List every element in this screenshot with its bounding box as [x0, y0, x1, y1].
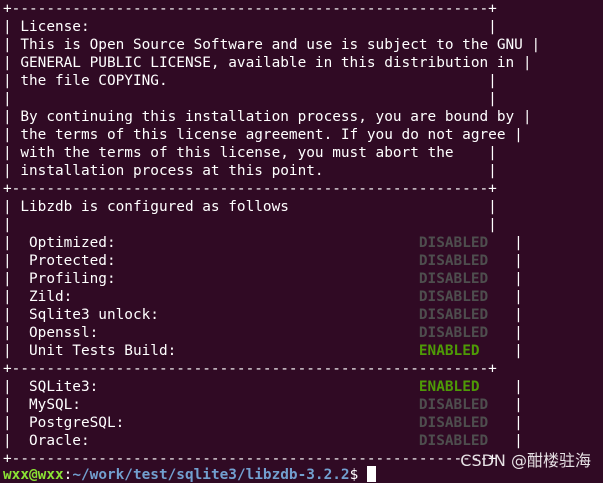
license-text-line: | the file COPYING. | [3, 73, 497, 89]
config-box-border: +---------------------------------------… [3, 181, 497, 197]
config-row-openssl: | Openssl: DISABLED | [3, 324, 523, 342]
config-label: | Openssl: [3, 325, 419, 341]
box-edge: | [479, 343, 523, 359]
config-blank-line: | | [3, 217, 497, 233]
box-edge: | [479, 379, 523, 395]
status-value: DISABLED [418, 307, 489, 323]
config-label: | Oracle: [3, 433, 419, 449]
status-value: DISABLED [418, 253, 489, 269]
license-text-line: | with the terms of this license, you mu… [3, 145, 497, 161]
config-label: | MySQL: [3, 397, 419, 413]
license-blank-line: | | [3, 91, 497, 107]
box-edge: | [488, 433, 523, 449]
license-text-line: | By continuing this installation proces… [3, 109, 532, 125]
config-row-postgresql: | PostgreSQL: DISABLED | [3, 414, 523, 432]
status-value: DISABLED [418, 325, 489, 341]
config-row-zild: | Zild: DISABLED | [3, 288, 523, 306]
config-row-optimized: | Optimized: DISABLED | [3, 234, 523, 252]
box-edge: | [488, 397, 523, 413]
prompt-user-host: wxx@wxx [3, 467, 64, 483]
prompt-path: ~/work/test/sqlite3/libzdb-3.2.2 [72, 467, 350, 483]
status-value: ENABLED [418, 379, 480, 395]
config-heading: | Libzdb is configured as follows | [3, 199, 497, 215]
config-label: | PostgreSQL: [3, 415, 419, 431]
config-label: | Protected: [3, 253, 419, 269]
status-value: DISABLED [418, 433, 489, 449]
box-edge: | [488, 415, 523, 431]
box-edge: | [488, 325, 523, 341]
text-cursor[interactable] [366, 466, 376, 482]
config-label: | Profiling: [3, 271, 419, 287]
license-text-line: | the terms of this license agreement. I… [3, 127, 523, 143]
config-label: | Unit Tests Build: [3, 343, 419, 359]
config-row-profiling: | Profiling: DISABLED | [3, 270, 523, 288]
prompt-dollar: $ [349, 467, 367, 483]
csdn-watermark: CSDN @酣楼驻海 [460, 451, 591, 470]
config-row-protected: | Protected: DISABLED | [3, 252, 523, 270]
config-box-separator: +---------------------------------------… [3, 361, 497, 377]
config-label: | Sqlite3 unlock: [3, 307, 419, 323]
status-value: ENABLED [418, 343, 480, 359]
config-row-oracle: | Oracle: DISABLED | [3, 432, 523, 450]
box-edge: | [488, 253, 523, 269]
config-label: | Optimized: [3, 235, 419, 251]
config-label: | SQLite3: [3, 379, 419, 395]
license-text-line: | GENERAL PUBLIC LICENSE, available in t… [3, 55, 532, 71]
status-value: DISABLED [418, 271, 489, 287]
status-value: DISABLED [418, 415, 489, 431]
box-edge: | [488, 271, 523, 287]
terminal-window[interactable]: +---------------------------------------… [0, 0, 603, 483]
status-value: DISABLED [418, 289, 489, 305]
status-value: DISABLED [418, 235, 489, 251]
status-value: DISABLED [418, 397, 489, 413]
config-row-mysql: | MySQL: DISABLED | [3, 396, 523, 414]
license-box-border-top: +---------------------------------------… [3, 1, 497, 17]
license-text-line: | This is Open Source Software and use i… [3, 37, 541, 53]
config-row-sqlite3-unlock: | Sqlite3 unlock: DISABLED | [3, 306, 523, 324]
license-heading: | License: | [3, 19, 497, 35]
config-label: | Zild: [3, 289, 419, 305]
box-edge: | [488, 307, 523, 323]
config-row-unit-tests-build: | Unit Tests Build: ENABLED | [3, 342, 523, 360]
box-edge: | [488, 289, 523, 305]
license-text-line: | installation process at this point. | [3, 163, 497, 179]
config-row-sqlite3: | SQLite3: ENABLED | [3, 378, 523, 396]
box-edge: | [488, 235, 523, 251]
shell-prompt[interactable]: wxx@wxx:~/work/test/sqlite3/libzdb-3.2.2… [3, 466, 376, 483]
